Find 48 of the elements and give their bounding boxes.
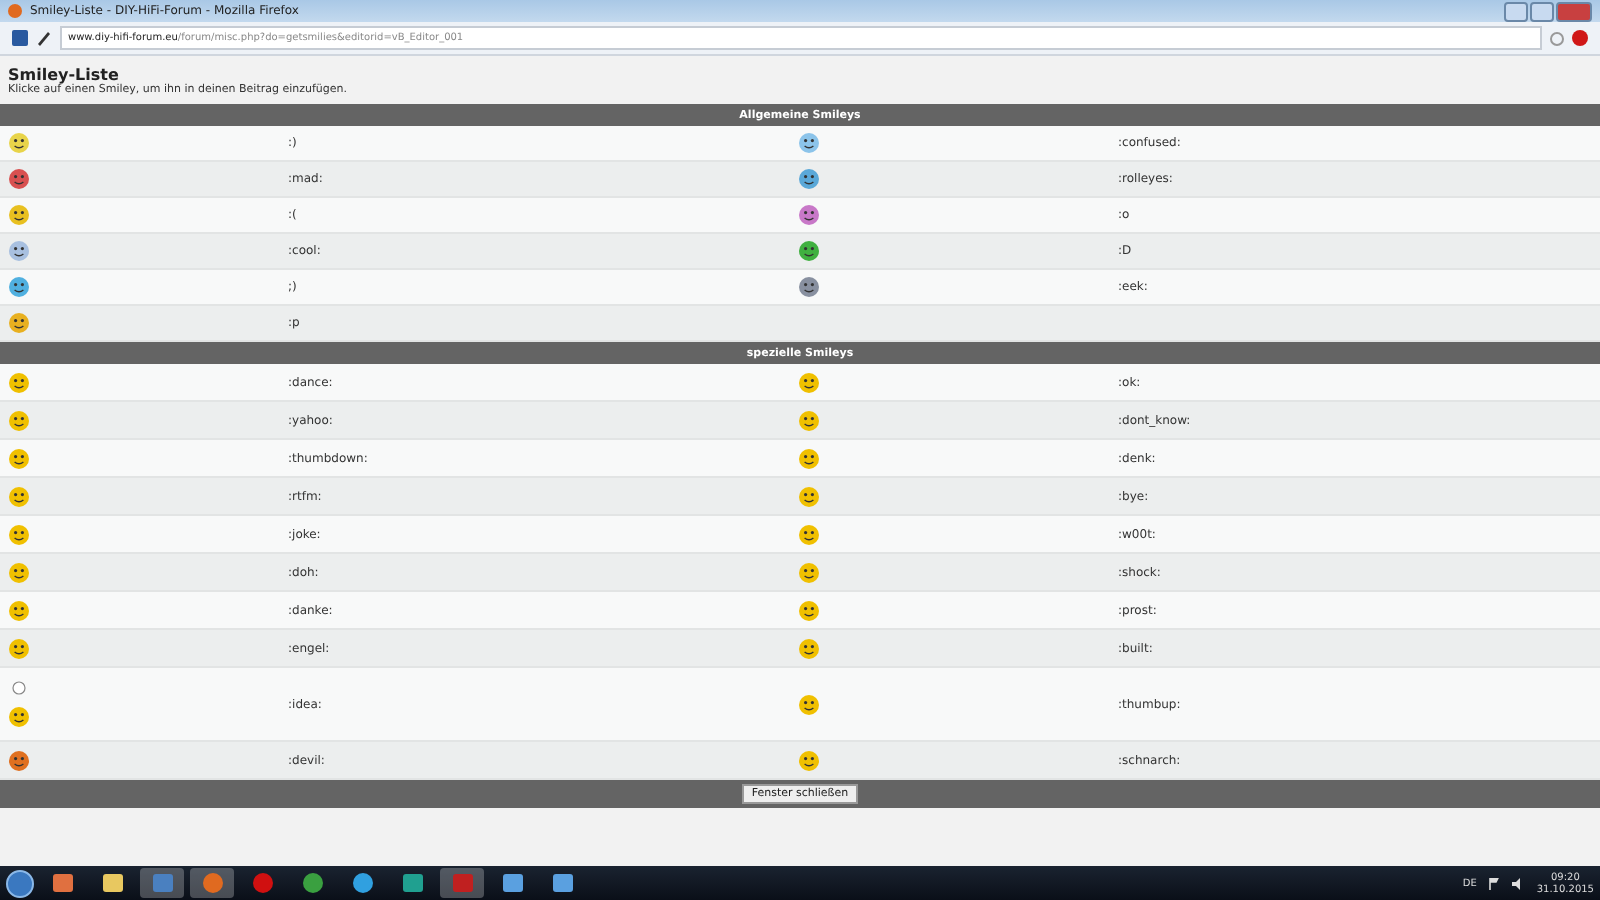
smiley-icon[interactable] <box>798 276 820 298</box>
smiley-icon[interactable] <box>798 371 820 393</box>
smiley-icon[interactable] <box>8 749 30 771</box>
monitor-icon[interactable] <box>501 872 523 894</box>
smiley-icon[interactable] <box>798 485 820 507</box>
smiley-icon[interactable] <box>8 204 30 226</box>
smiley-icon[interactable] <box>798 599 820 621</box>
minimize-button[interactable] <box>1504 1 1528 21</box>
smiley-icon[interactable] <box>798 132 820 154</box>
smiley-icon[interactable] <box>8 132 30 154</box>
smiley-icon[interactable] <box>798 409 820 431</box>
smiley-icon[interactable] <box>8 276 30 298</box>
smiley-icon[interactable] <box>8 561 30 583</box>
smiley-icon[interactable] <box>8 312 30 334</box>
smiley-icon[interactable] <box>798 168 820 190</box>
smiley-icon[interactable] <box>8 485 30 507</box>
smiley-icon[interactable] <box>798 447 820 469</box>
app-icon[interactable] <box>301 872 323 894</box>
smiley-icon[interactable] <box>798 693 820 715</box>
smiley-icon[interactable] <box>8 447 30 469</box>
smiley-icon[interactable] <box>8 371 30 393</box>
smiley-icon[interactable] <box>798 637 820 659</box>
flag-icon[interactable] <box>1488 877 1501 889</box>
volume-icon[interactable] <box>1512 877 1525 889</box>
smiley-icon[interactable] <box>8 240 30 262</box>
monitor-icon[interactable] <box>551 872 573 894</box>
start-button[interactable] <box>6 869 34 897</box>
smiley-icon[interactable] <box>798 523 820 545</box>
close-button[interactable] <box>1556 1 1592 21</box>
smiley-icon[interactable] <box>8 637 30 659</box>
smiley-icon[interactable] <box>8 409 30 431</box>
smiley-icon[interactable] <box>8 168 30 190</box>
smiley-icon[interactable] <box>798 749 820 771</box>
app-icon[interactable] <box>351 872 373 894</box>
smiley-icon[interactable] <box>8 599 30 621</box>
smiley-icon[interactable] <box>798 561 820 583</box>
smiley-icon[interactable] <box>798 240 820 262</box>
app-icon[interactable] <box>401 872 423 894</box>
smiley-icon[interactable] <box>8 680 30 728</box>
smiley-icon[interactable] <box>798 204 820 226</box>
page-title: Smiley-Liste <box>8 65 119 83</box>
smiley-icon[interactable] <box>8 523 30 545</box>
app-icon[interactable] <box>251 872 273 894</box>
folder-icon[interactable] <box>101 872 123 894</box>
addon-icon[interactable] <box>1572 30 1588 46</box>
app-icon[interactable] <box>51 872 73 894</box>
pen-icon[interactable] <box>36 30 52 46</box>
maximize-button[interactable] <box>1530 1 1554 21</box>
